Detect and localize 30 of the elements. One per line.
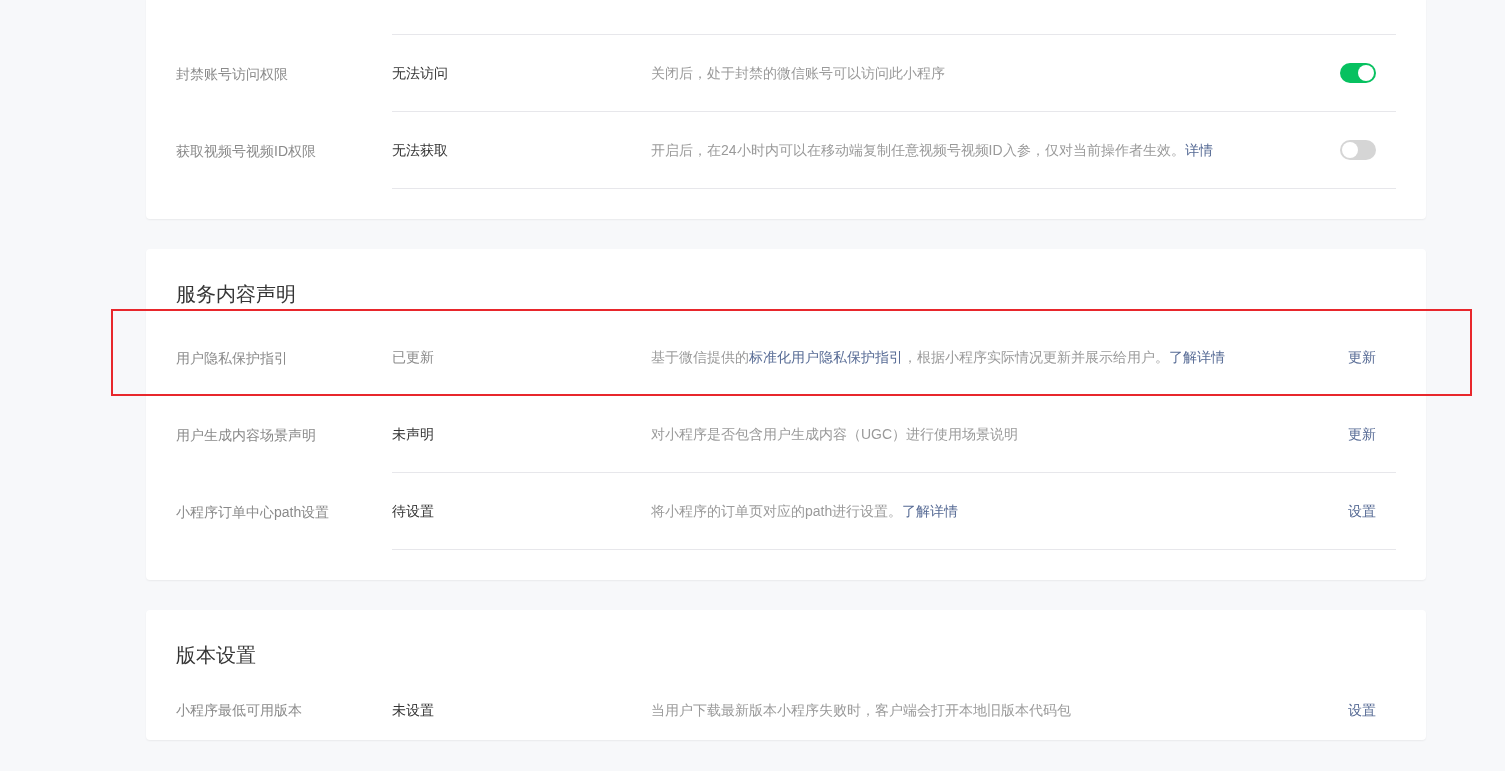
setting-label: 获取视频号视频ID权限 bbox=[176, 141, 317, 161]
setting-label: 小程序最低可用版本 bbox=[176, 701, 303, 720]
description-text: 将小程序的订单页对应的path进行设置。了解详情 bbox=[651, 502, 960, 521]
status-text: 已更新 bbox=[392, 348, 435, 367]
setting-label: 用户生成内容场景声明 bbox=[176, 425, 317, 445]
detail-link[interactable]: 了解详情 bbox=[1169, 349, 1225, 365]
detail-link[interactable]: 标准化用户隐私保护指引 bbox=[749, 349, 903, 365]
section-title: 服务内容声明 bbox=[175, 282, 297, 307]
status-text: 无法访问 bbox=[392, 64, 449, 83]
description-text: 关闭后，处于封禁的微信账号可以访问此小程序 bbox=[651, 64, 946, 83]
status-text: 未设置 bbox=[392, 701, 435, 720]
toggle-switch[interactable] bbox=[1340, 63, 1376, 83]
setting-label: 封禁账号访问权限 bbox=[176, 64, 289, 84]
action-link[interactable]: 设置 bbox=[1348, 501, 1376, 521]
detail-link[interactable]: 详情 bbox=[1184, 142, 1213, 158]
status-text: 待设置 bbox=[392, 502, 435, 521]
description-text: 对小程序是否包含用户生成内容（UGC）进行使用场景说明 bbox=[651, 425, 1020, 444]
status-text: 未声明 bbox=[392, 425, 435, 444]
description-text: 开启后，在24小时内可以在移动端复制任意视频号视频ID入参，仅对当前操作者生效。详情 bbox=[651, 141, 1214, 160]
detail-link[interactable]: 了解详情 bbox=[902, 503, 959, 519]
setting-label: 小程序订单中心path设置 bbox=[176, 502, 331, 522]
toggle-switch[interactable] bbox=[1340, 140, 1376, 160]
action-link[interactable]: 更新 bbox=[1348, 347, 1376, 367]
description-text: 基于微信提供的标准化用户隐私保护指引，根据小程序实际情况更新并展示给用户。了解详情 bbox=[651, 348, 1226, 367]
action-link[interactable]: 设置 bbox=[1348, 700, 1376, 720]
description-text: 当用户下载最新版本小程序失败时，客户端会打开本地旧版本代码包 bbox=[651, 701, 1072, 720]
status-text: 无法获取 bbox=[392, 141, 449, 160]
setting-label: 用户隐私保护指引 bbox=[176, 348, 289, 368]
section-title: 版本设置 bbox=[175, 643, 257, 668]
action-link[interactable]: 更新 bbox=[1348, 424, 1376, 444]
